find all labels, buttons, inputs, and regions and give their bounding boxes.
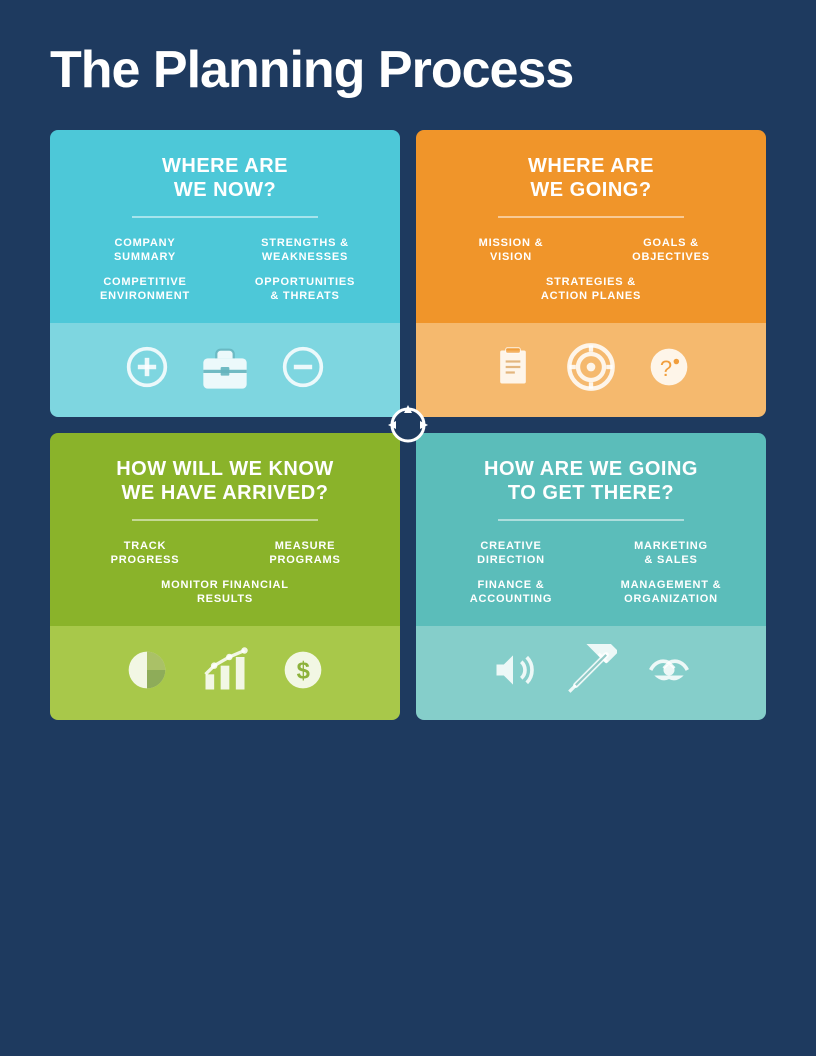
card-3-top: HOW WILL WE KNOWWE HAVE ARRIVED? TRACKPR… xyxy=(50,433,400,626)
money-icon: $ xyxy=(281,648,325,698)
card-4-title: HOW ARE WE GOINGTO GET THERE? xyxy=(436,457,746,505)
card-4-top: HOW ARE WE GOINGTO GET THERE? CREATIVEDI… xyxy=(416,433,766,626)
card-2-divider xyxy=(498,216,684,218)
question-icon: ? xyxy=(647,345,691,395)
clipboard-icon xyxy=(491,345,535,395)
handshake-icon xyxy=(647,648,691,698)
target-icon xyxy=(565,341,617,399)
card-2-item-2: GOALS &OBJECTIVES xyxy=(596,236,746,265)
card-where-are-we-now: WHERE AREWE NOW? COMPANYSUMMARY STRENGTH… xyxy=(50,130,400,417)
card-3-item-2: MEASUREPROGRAMS xyxy=(230,539,380,568)
card-4-item-2: MARKETING& SALES xyxy=(596,539,746,568)
main-grid: WHERE AREWE NOW? COMPANYSUMMARY STRENGTH… xyxy=(50,130,766,720)
card-3-items: TRACKPROGRESS MEASUREPROGRAMS MONITOR FI… xyxy=(70,539,380,606)
svg-text:$: $ xyxy=(297,658,310,685)
svg-text:?: ? xyxy=(660,356,672,381)
card-1-items: COMPANYSUMMARY STRENGTHS &WEAKNESSES COM… xyxy=(70,236,380,303)
card-1-item-3: COMPETITIVEENVIRONMENT xyxy=(70,275,220,304)
card-1-item-4: OPPORTUNITIES& THREATS xyxy=(230,275,380,304)
card-3-item-1: TRACKPROGRESS xyxy=(70,539,220,568)
card-4-item-1: CREATIVEDIRECTION xyxy=(436,539,586,568)
refresh-icon xyxy=(383,400,433,450)
page-title: The Planning Process xyxy=(50,40,766,100)
card-3-divider xyxy=(132,519,318,521)
card-3-item-3: MONITOR FINANCIALRESULTS xyxy=(70,578,380,607)
briefcase-icon xyxy=(199,341,251,399)
card-4-bottom xyxy=(416,626,766,720)
pie-chart-icon xyxy=(125,648,169,698)
card-where-are-we-going: WHERE AREWE GOING? MISSION &VISION GOALS… xyxy=(416,130,766,417)
card-1-top: WHERE AREWE NOW? COMPANYSUMMARY STRENGTH… xyxy=(50,130,400,323)
card-1-title: WHERE AREWE NOW? xyxy=(70,154,380,202)
tools-icon xyxy=(565,644,617,702)
card-how-are-we-going: HOW ARE WE GOINGTO GET THERE? CREATIVEDI… xyxy=(416,433,766,720)
card-2-bottom: ? xyxy=(416,323,766,417)
megaphone-icon xyxy=(491,648,535,698)
card-1-bottom xyxy=(50,323,400,417)
card-2-items: MISSION &VISION GOALS &OBJECTIVES STRATE… xyxy=(436,236,746,303)
card-4-divider xyxy=(498,519,684,521)
card-2-title: WHERE AREWE GOING? xyxy=(436,154,746,202)
card-how-will-we-know: HOW WILL WE KNOWWE HAVE ARRIVED? TRACKPR… xyxy=(50,433,400,720)
minus-icon xyxy=(281,345,325,395)
card-2-item-3: STRATEGIES &ACTION PLANES xyxy=(436,275,746,304)
card-2-item-1: MISSION &VISION xyxy=(436,236,586,265)
card-1-item-2: STRENGTHS &WEAKNESSES xyxy=(230,236,380,265)
card-1-item-1: COMPANYSUMMARY xyxy=(70,236,220,265)
card-4-item-3: FINANCE &ACCOUNTING xyxy=(436,578,586,607)
bar-chart-icon xyxy=(199,644,251,702)
card-4-items: CREATIVEDIRECTION MARKETING& SALES FINAN… xyxy=(436,539,746,606)
card-2-top: WHERE AREWE GOING? MISSION &VISION GOALS… xyxy=(416,130,766,323)
card-3-bottom: $ xyxy=(50,626,400,720)
plus-icon xyxy=(125,345,169,395)
card-4-item-4: MANAGEMENT &ORGANIZATION xyxy=(596,578,746,607)
card-1-divider xyxy=(132,216,318,218)
card-3-title: HOW WILL WE KNOWWE HAVE ARRIVED? xyxy=(70,457,380,505)
